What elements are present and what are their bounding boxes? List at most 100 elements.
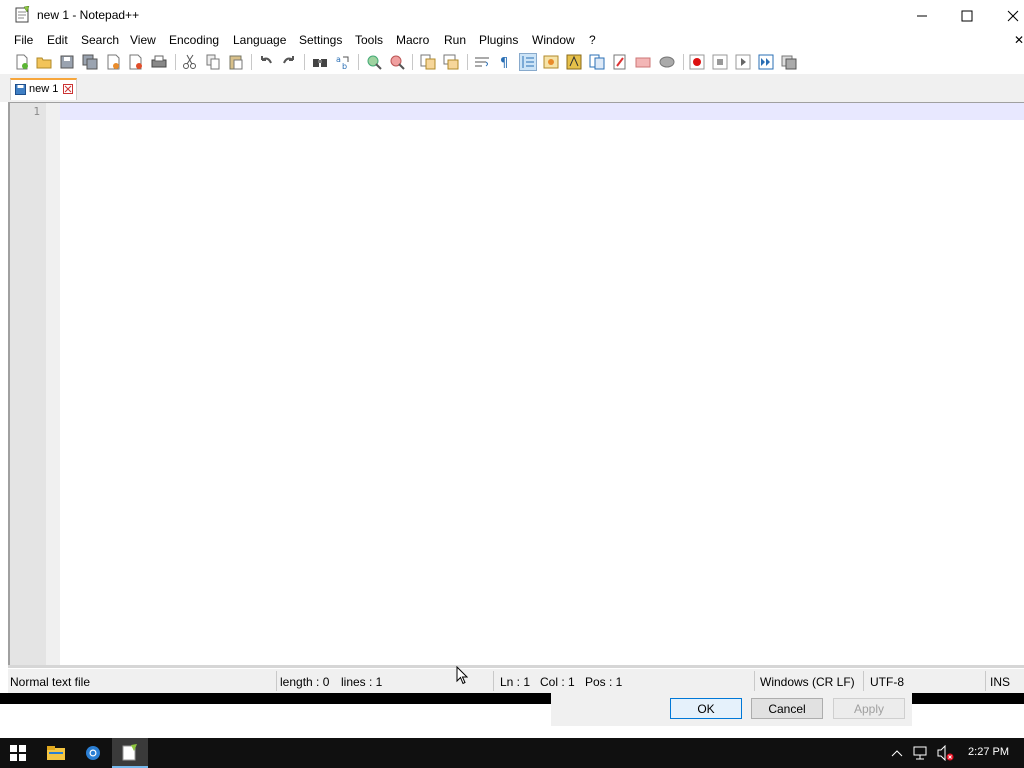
sync-vertical-icon[interactable] [420, 54, 436, 70]
menu-tools[interactable]: Tools [355, 33, 383, 47]
status-encoding[interactable]: UTF-8 [870, 675, 904, 689]
tab-close-icon[interactable] [63, 84, 73, 94]
maximize-button[interactable] [944, 0, 990, 31]
save-macro-icon[interactable] [781, 54, 797, 70]
menu-plugins[interactable]: Plugins [479, 33, 518, 47]
status-separator [754, 671, 755, 691]
new-file-icon[interactable] [14, 54, 30, 70]
menu-encoding[interactable]: Encoding [169, 33, 219, 47]
save-icon[interactable] [59, 54, 75, 70]
document-map-icon[interactable] [566, 54, 582, 70]
playback-icon[interactable] [735, 54, 751, 70]
tab-new-1[interactable]: new 1 [10, 78, 77, 100]
cancel-button[interactable]: Cancel [751, 698, 823, 719]
tab-bar: new 1 [0, 74, 1024, 102]
minimize-button[interactable] [899, 0, 945, 31]
zoom-out-icon[interactable] [389, 54, 405, 70]
indent-guide-icon[interactable] [519, 53, 537, 71]
folder-workspace-icon[interactable] [612, 54, 628, 70]
show-hidden-icons-icon[interactable] [891, 748, 903, 758]
toolbar-separator [251, 54, 252, 70]
toolbar-separator [412, 54, 413, 70]
menu-help[interactable]: ? [589, 33, 596, 47]
copy-icon[interactable] [205, 54, 221, 70]
taskbar-file-explorer[interactable] [38, 738, 74, 768]
undo-icon[interactable] [258, 54, 274, 70]
paste-icon[interactable] [228, 54, 244, 70]
run-macro-multiple-icon[interactable] [758, 54, 774, 70]
tab-label: new 1 [29, 83, 59, 95]
function-list-icon[interactable] [589, 54, 605, 70]
cut-icon[interactable] [182, 54, 198, 70]
menu-window[interactable]: Window [532, 33, 575, 47]
status-separator [276, 671, 277, 691]
editor-area[interactable] [8, 102, 1024, 667]
menu-language[interactable]: Language [233, 33, 286, 47]
find-icon[interactable] [312, 54, 328, 70]
ok-button[interactable]: OK [670, 698, 742, 719]
mouse-pointer-icon [456, 666, 468, 685]
close-document-x[interactable]: ✕ [1014, 33, 1024, 47]
status-separator [863, 671, 864, 691]
window-title: new 1 - Notepad++ [37, 8, 140, 22]
toolbar: ab ¶ [0, 51, 1024, 74]
saved-state-icon [15, 84, 26, 95]
line-number-margin [10, 103, 46, 665]
taskbar-notepadpp[interactable] [112, 738, 148, 768]
editor-bottom-edge [8, 665, 1024, 668]
status-eol[interactable]: Windows (CR LF) [760, 675, 855, 689]
dialog-button-bar: OK Cancel Apply [551, 692, 912, 726]
line-number: 1 [33, 105, 40, 118]
menu-search[interactable]: Search [81, 33, 119, 47]
status-insert-mode[interactable]: INS [990, 675, 1010, 689]
toolbar-separator [175, 54, 176, 70]
svg-text:¶: ¶ [500, 56, 508, 70]
menu-view[interactable]: View [130, 33, 156, 47]
windows-logo-icon [10, 745, 26, 761]
svg-text:b: b [342, 62, 347, 70]
menu-macro[interactable]: Macro [396, 33, 429, 47]
print-icon[interactable] [151, 54, 167, 70]
stop-record-icon[interactable] [712, 54, 728, 70]
current-line-highlight[interactable] [60, 103, 1024, 120]
toolbar-separator [467, 54, 468, 70]
redo-icon[interactable] [281, 54, 297, 70]
toolbar-separator [683, 54, 684, 70]
menu-file[interactable]: File [14, 33, 33, 47]
notepadpp-app-icon [15, 6, 30, 23]
volume-muted-icon[interactable] [937, 745, 955, 761]
record-macro-icon[interactable] [689, 54, 705, 70]
title-bar[interactable]: new 1 - Notepad++ [0, 0, 1024, 31]
fold-margin[interactable] [46, 103, 60, 665]
status-separator [985, 671, 986, 691]
close-all-icon[interactable] [128, 54, 144, 70]
taskbar-browser[interactable] [75, 738, 111, 768]
start-button[interactable] [0, 738, 36, 768]
file-explorer-icon [47, 746, 65, 760]
status-col: Col : 1 [540, 675, 575, 689]
status-bar: Normal text file length : 0 lines : 1 Ln… [8, 669, 1024, 693]
sync-horizontal-icon[interactable] [443, 54, 459, 70]
network-icon[interactable] [913, 746, 929, 760]
apply-button[interactable]: Apply [833, 698, 905, 719]
menu-edit[interactable]: Edit [47, 33, 68, 47]
monitoring-icon[interactable] [635, 54, 651, 70]
zoom-in-icon[interactable] [366, 54, 382, 70]
status-lines: lines : 1 [341, 675, 383, 689]
close-icon[interactable] [105, 54, 121, 70]
record-toggle-icon[interactable] [659, 54, 675, 70]
language-udl-icon[interactable] [543, 54, 559, 70]
menu-run[interactable]: Run [444, 33, 466, 47]
replace-icon[interactable]: ab [335, 54, 351, 70]
browser-icon [86, 746, 100, 760]
show-all-chars-icon[interactable]: ¶ [497, 54, 513, 70]
save-all-icon[interactable] [82, 54, 98, 70]
menu-settings[interactable]: Settings [299, 33, 342, 47]
word-wrap-icon[interactable] [474, 54, 490, 70]
close-window-button[interactable] [990, 0, 1024, 31]
open-file-icon[interactable] [36, 54, 52, 70]
close-icon [1007, 10, 1019, 21]
taskbar-clock[interactable]: 2:27 PM [968, 746, 1009, 758]
status-length: length : 0 [280, 675, 330, 689]
status-pos: Pos : 1 [585, 675, 623, 689]
